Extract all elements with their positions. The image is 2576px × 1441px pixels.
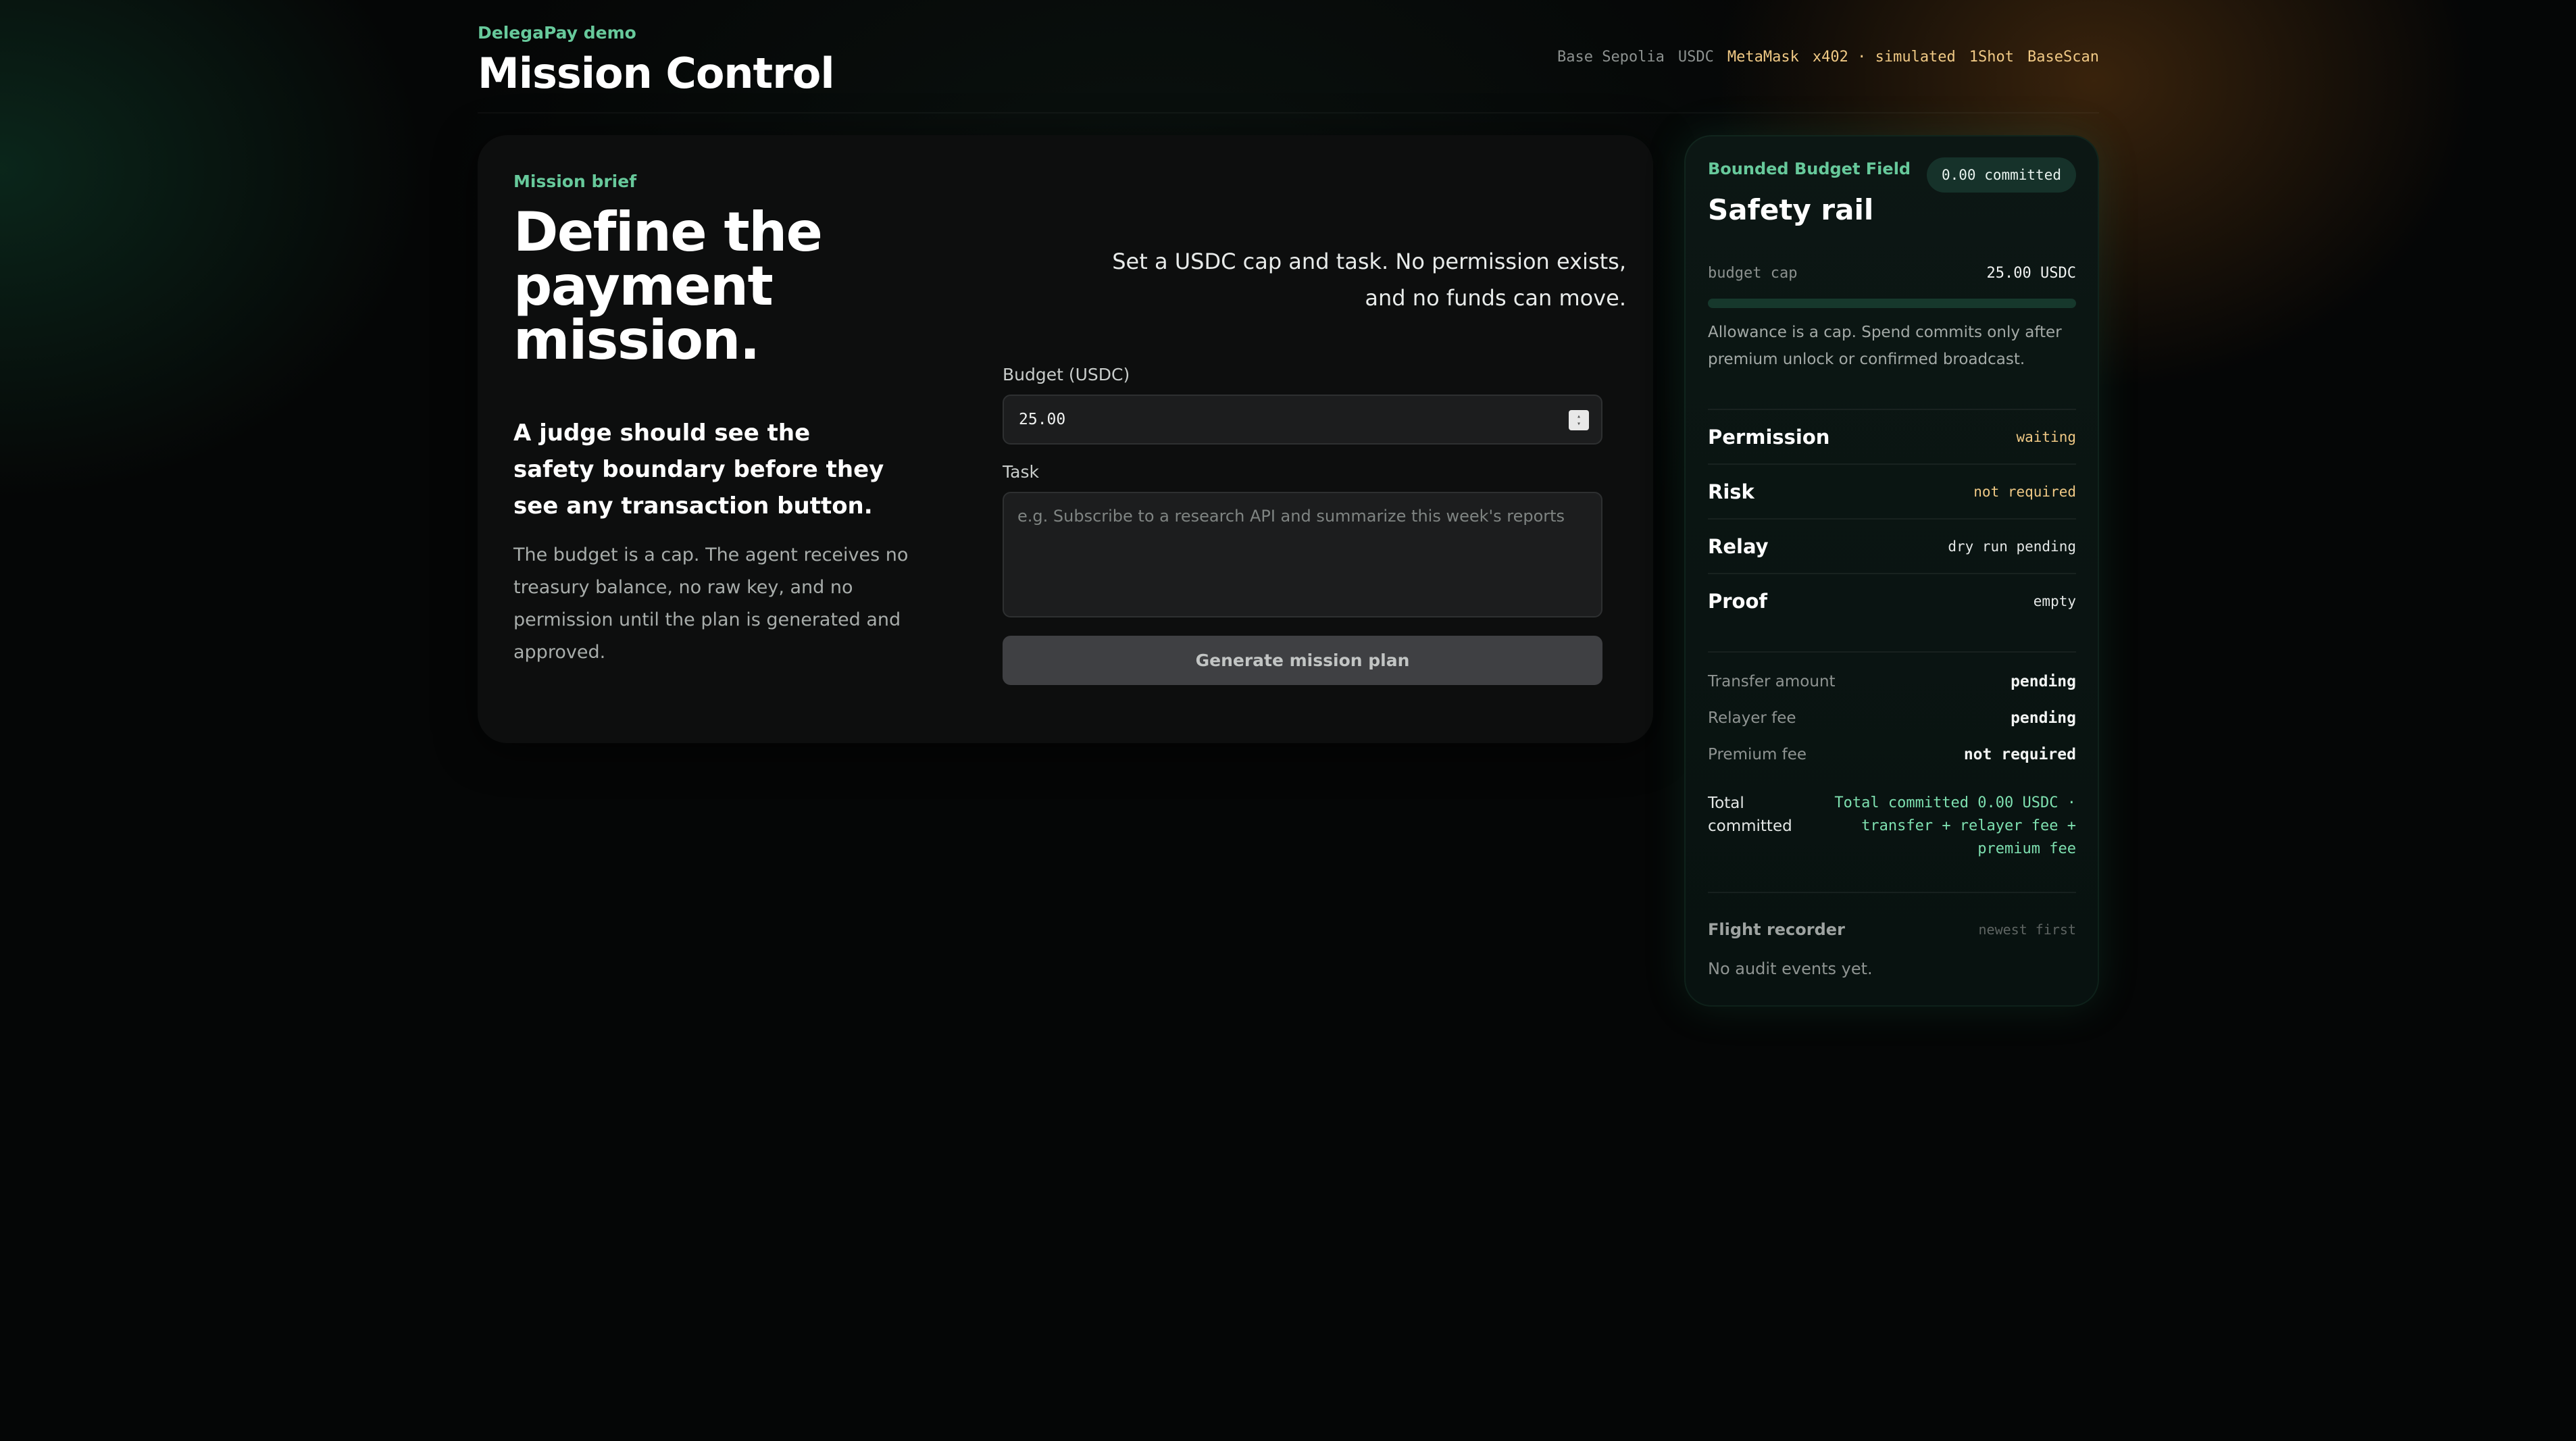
status-value: dry run pending [1948, 538, 2076, 555]
fee-label: Relayer fee [1708, 709, 1796, 727]
flight-recorder-label: Flight recorder [1708, 920, 1845, 939]
mission-description: Set a USDC cap and task. No permission e… [1112, 249, 1626, 311]
status-row-risk: Risk not required [1708, 463, 2076, 519]
status-label: Permission [1708, 426, 1830, 449]
total-committed-value: Total committed 0.00 USDC · transfer + r… [1834, 794, 2076, 857]
rail-title: Safety rail [1708, 193, 1874, 226]
status-row-relay: Relay dry run pending [1708, 518, 2076, 574]
status-value: empty [2033, 593, 2076, 609]
fee-label: Transfer amount [1708, 673, 1836, 690]
chip-x402: x402 · simulated [1812, 49, 1956, 66]
fee-value: not required [1963, 746, 2076, 763]
budget-cap-label: budget cap [1708, 265, 1798, 282]
budget-label: Budget (USDC) [1003, 365, 1130, 384]
chip-relayer: 1Shot [1969, 49, 2015, 66]
network-chips: Base Sepolia USDC MetaMask x402 · simula… [1557, 49, 2099, 66]
task-placeholder: e.g. Subscribe to a research API and sum… [1017, 507, 1565, 526]
task-label: Task [1003, 462, 1039, 482]
fee-row-transfer: Transfer amount pending [1708, 673, 2076, 690]
mission-subhead: A judge should see the safety boundary b… [513, 420, 884, 520]
safety-rail-panel: Bounded Budget Field 0.00 committed Safe… [1684, 135, 2099, 1007]
committed-badge: 0.00 committed [1926, 157, 2076, 193]
status-row-proof: Proof empty [1708, 573, 2076, 628]
fee-value: pending [2011, 709, 2076, 727]
mission-title: Define the payment mission. [513, 201, 823, 372]
flight-recorder-order: newest first [1978, 921, 2077, 938]
fee-value: pending [2011, 673, 2076, 690]
page-title: Mission Control [478, 49, 835, 98]
recorder-divider [1708, 892, 2076, 893]
chip-token: USDC [1677, 49, 1714, 66]
stepper-icon[interactable]: ▴ ▾ [1569, 410, 1589, 430]
fee-row-relayer: Relayer fee pending [1708, 709, 2076, 727]
status-row-permission: Permission waiting [1708, 409, 2076, 464]
total-committed-label: Total committed [1708, 794, 1792, 835]
status-value: not required [1973, 484, 2076, 500]
rail-eyebrow: Bounded Budget Field [1708, 159, 1911, 178]
chip-network: Base Sepolia [1557, 49, 1665, 66]
budget-cap-value: 25.00 USDC [1986, 265, 2076, 282]
status-label: Proof [1708, 590, 1768, 613]
budget-value: 25.00 [1019, 411, 1066, 428]
mission-eyebrow: Mission brief [513, 172, 637, 191]
mission-panel: Mission brief Define the payment mission… [478, 135, 1653, 743]
status-label: Relay [1708, 535, 1769, 558]
budget-input[interactable]: 25.00 ▴ ▾ [1003, 395, 1602, 445]
status-label: Risk [1708, 480, 1754, 503]
fees-divider [1708, 651, 2076, 653]
chip-wallet: MetaMask [1727, 49, 1799, 66]
cap-note: Allowance is a cap. Spend commits only a… [1708, 324, 2062, 368]
task-textarea[interactable]: e.g. Subscribe to a research API and sum… [1003, 492, 1602, 617]
fee-row-premium: Premium fee not required [1708, 746, 2076, 763]
app-eyebrow: DelegaPay demo [478, 23, 636, 43]
budget-cap-bar [1708, 299, 2076, 308]
status-value: waiting [2016, 429, 2076, 445]
chip-explorer: BaseScan [2027, 49, 2099, 66]
page-header: DelegaPay demo Mission Control Base Sepo… [478, 23, 2099, 113]
flight-recorder-empty: No audit events yet. [1708, 959, 1873, 978]
generate-plan-button[interactable]: Generate mission plan [1003, 636, 1602, 685]
mission-body: The budget is a cap. The agent receives … [513, 545, 909, 663]
fee-label: Premium fee [1708, 746, 1807, 763]
